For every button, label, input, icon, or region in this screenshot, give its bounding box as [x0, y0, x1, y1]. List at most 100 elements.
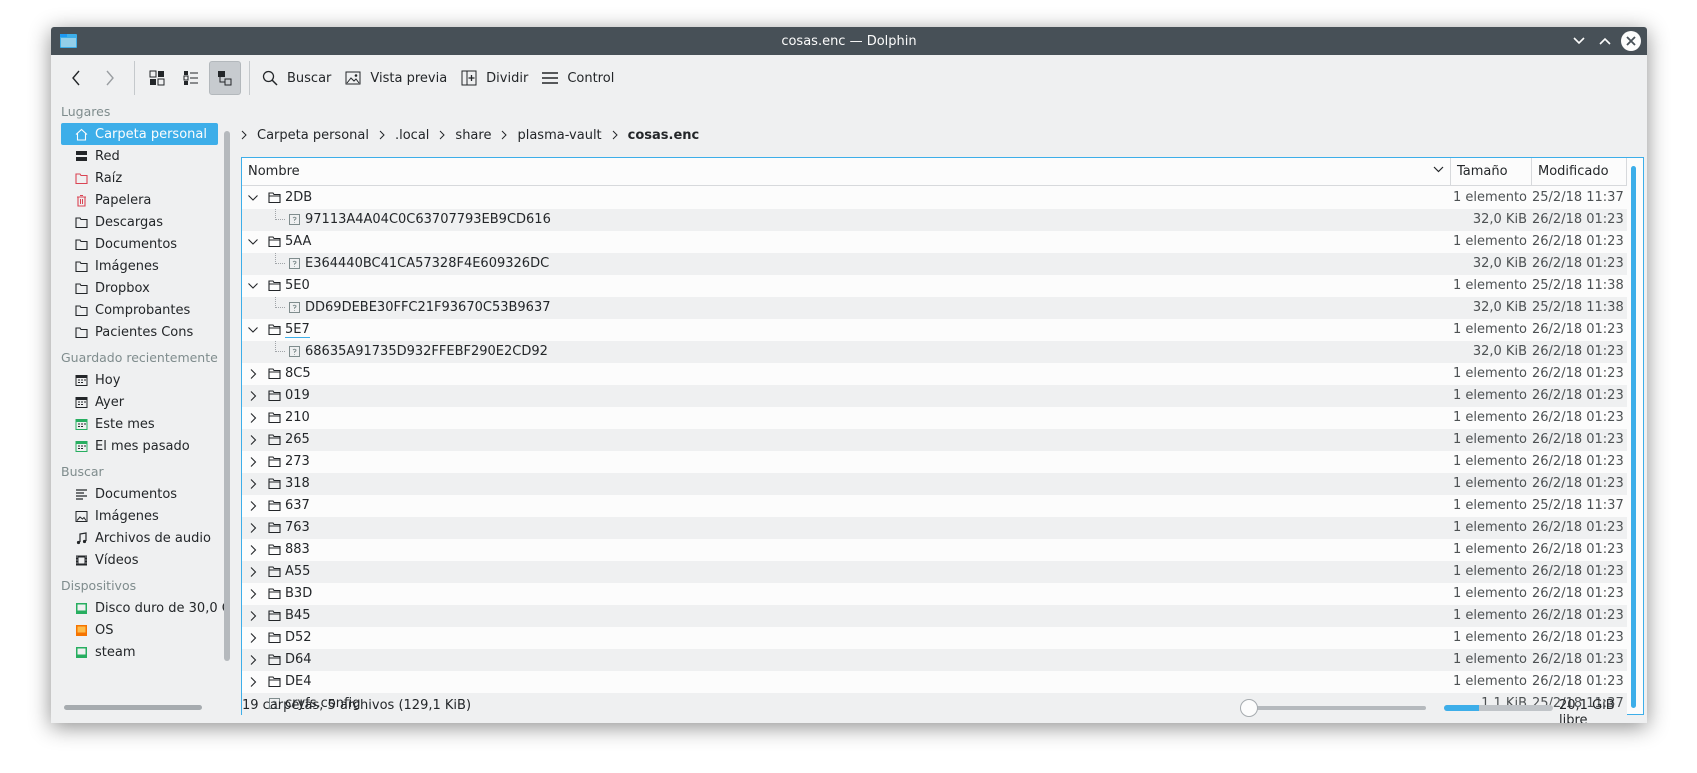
sidebar-item-yesterday[interactable]: Ayer — [61, 391, 218, 413]
file-name[interactable]: 763 — [285, 520, 310, 535]
file-name[interactable]: 273 — [285, 454, 310, 469]
file-view-scrollbar[interactable] — [1631, 166, 1636, 708]
file-name[interactable]: 210 — [285, 410, 310, 425]
sidebar-item-network[interactable]: Red — [61, 145, 218, 167]
table-row[interactable]: 2DB 1 elemento 25/2/18 11:37 — [242, 187, 1627, 209]
table-row[interactable]: 97113A4A04C0C63707793EB9CD616 32,0 KiB 26/… — [242, 209, 1627, 231]
table-row[interactable]: 637 1 elemento 25/2/18 11:37 — [242, 495, 1627, 517]
chevron-right-icon[interactable] — [247, 456, 259, 468]
control-menu-button[interactable]: Control — [536, 61, 620, 95]
breadcrumb-current[interactable]: cosas.enc — [628, 128, 700, 143]
sidebar-item-os[interactable]: OS — [61, 619, 218, 641]
column-size-header[interactable]: Tamaño — [1451, 158, 1532, 186]
file-name[interactable]: 5E0 — [285, 278, 310, 293]
chevron-right-icon[interactable] — [247, 566, 259, 578]
chevron-right-icon[interactable] — [247, 588, 259, 600]
chevron-right-icon[interactable] — [612, 130, 618, 140]
sidebar-item-documents[interactable]: Documentos — [61, 233, 218, 255]
chevron-right-icon[interactable] — [247, 632, 259, 644]
table-row[interactable]: DD69DEBE30FFC21F93670C53B9637 32,0 KiB 25/… — [242, 297, 1627, 319]
table-row[interactable]: 5AA 1 elemento 26/2/18 01:23 — [242, 231, 1627, 253]
file-name[interactable]: B45 — [285, 608, 310, 623]
file-name[interactable]: 8C5 — [285, 366, 311, 381]
chevron-down-icon[interactable] — [247, 280, 259, 292]
sidebar-scrollbar[interactable] — [224, 131, 230, 661]
file-name[interactable]: 019 — [285, 388, 310, 403]
sidebar-item-dropbox[interactable]: Dropbox — [61, 277, 218, 299]
table-row[interactable]: 883 1 elemento 26/2/18 01:23 — [242, 539, 1627, 561]
sidebar-item-root[interactable]: Raíz — [61, 167, 218, 189]
table-row[interactable]: 019 1 elemento 26/2/18 01:23 — [242, 385, 1627, 407]
file-name[interactable]: D52 — [285, 630, 312, 645]
sidebar-item-pacientes[interactable]: Pacientes Cons — [61, 321, 218, 343]
chevron-right-icon[interactable] — [247, 610, 259, 622]
sidebar-item-comprobantes[interactable]: Comprobantes — [61, 299, 218, 321]
sidebar-item-images[interactable]: Imágenes — [61, 255, 218, 277]
sidebar-item-disk-30gib[interactable]: Disco duro de 30,0 GiB — [61, 597, 226, 619]
file-name[interactable]: 883 — [285, 542, 310, 557]
chevron-right-icon[interactable] — [247, 368, 259, 380]
close-button[interactable] — [1621, 31, 1641, 51]
chevron-right-icon[interactable] — [247, 676, 259, 688]
sidebar-item-steam[interactable]: steam — [61, 641, 218, 663]
sidebar-item-search-videos[interactable]: Vídeos — [61, 549, 218, 571]
breadcrumb-share[interactable]: share — [455, 128, 491, 143]
details-view-button[interactable] — [209, 61, 241, 95]
compact-view-button[interactable] — [175, 61, 207, 95]
search-button[interactable]: Buscar — [256, 61, 337, 95]
column-modified-header[interactable]: Modificado — [1532, 158, 1627, 186]
table-row[interactable]: 210 1 elemento 26/2/18 01:23 — [242, 407, 1627, 429]
chevron-right-icon[interactable] — [247, 390, 259, 402]
table-row[interactable]: 763 1 elemento 26/2/18 01:23 — [242, 517, 1627, 539]
file-name[interactable]: DE4 — [285, 674, 312, 689]
sidebar-item-this-month[interactable]: Este mes — [61, 413, 218, 435]
table-row[interactable]: 265 1 elemento 26/2/18 01:23 — [242, 429, 1627, 451]
chevron-down-icon[interactable] — [247, 192, 259, 204]
file-name[interactable]: E364440BC41CA57328F4E609326DC — [305, 256, 549, 271]
title-bar[interactable]: cosas.enc — Dolphin — [51, 27, 1647, 55]
sidebar-item-search-documents[interactable]: Documentos — [61, 483, 218, 505]
table-row[interactable]: 273 1 elemento 26/2/18 01:23 — [242, 451, 1627, 473]
sidebar-item-home[interactable]: Carpeta personal — [61, 123, 218, 145]
chevron-down-icon[interactable] — [247, 236, 259, 248]
back-button[interactable] — [60, 61, 92, 95]
table-row[interactable]: 318 1 elemento 26/2/18 01:23 — [242, 473, 1627, 495]
chevron-right-icon[interactable] — [247, 654, 259, 666]
split-button[interactable]: Dividir — [455, 61, 534, 95]
breadcrumb-plasma-vault[interactable]: plasma-vault — [517, 128, 601, 143]
sidebar-item-trash[interactable]: Papelera — [61, 189, 218, 211]
zoom-slider-handle[interactable] — [1240, 699, 1258, 717]
icons-view-button[interactable] — [141, 61, 173, 95]
sidebar-item-search-images[interactable]: Imágenes — [61, 505, 218, 527]
file-name[interactable]: A55 — [285, 564, 310, 579]
sidebar-item-last-month[interactable]: El mes pasado — [61, 435, 218, 457]
file-name[interactable]: B3D — [285, 586, 312, 601]
column-name-header[interactable]: Nombre — [242, 158, 1451, 186]
table-row[interactable]: D52 1 elemento 26/2/18 01:23 — [242, 627, 1627, 649]
minimize-button[interactable] — [1569, 31, 1589, 51]
file-name[interactable]: D64 — [285, 652, 312, 667]
breadcrumb-home[interactable]: Carpeta personal — [257, 128, 369, 143]
chevron-right-icon[interactable] — [247, 500, 259, 512]
table-row[interactable]: B45 1 elemento 26/2/18 01:23 — [242, 605, 1627, 627]
chevron-right-icon[interactable] — [501, 130, 508, 140]
file-name[interactable]: 5E7 — [285, 322, 310, 338]
chevron-down-icon[interactable] — [247, 324, 259, 336]
table-row[interactable]: D64 1 elemento 26/2/18 01:23 — [242, 649, 1627, 671]
chevron-right-icon[interactable] — [247, 412, 259, 424]
chevron-right-icon[interactable] — [247, 522, 259, 534]
table-row[interactable]: E364440BC41CA57328F4E609326DC 32,0 KiB 26/… — [242, 253, 1627, 275]
table-row[interactable]: 8C5 1 elemento 26/2/18 01:23 — [242, 363, 1627, 385]
chevron-right-icon[interactable] — [247, 478, 259, 490]
file-view[interactable]: Nombre Tamaño Modificado 2DB 1 elemento 25… — [241, 157, 1644, 715]
chevron-right-icon[interactable] — [247, 544, 259, 556]
file-name[interactable]: 2DB — [285, 190, 312, 205]
forward-button[interactable] — [94, 61, 126, 95]
table-row[interactable]: 5E0 1 elemento 25/2/18 11:38 — [242, 275, 1627, 297]
file-name[interactable]: 637 — [285, 498, 310, 513]
maximize-button[interactable] — [1595, 31, 1615, 51]
file-name[interactable]: 68635A91735D932FFEBF290E2CD92 — [305, 344, 548, 359]
file-name[interactable]: 318 — [285, 476, 310, 491]
table-row[interactable]: DE4 1 elemento 26/2/18 01:23 — [242, 671, 1627, 693]
sidebar-item-today[interactable]: Hoy — [61, 369, 218, 391]
